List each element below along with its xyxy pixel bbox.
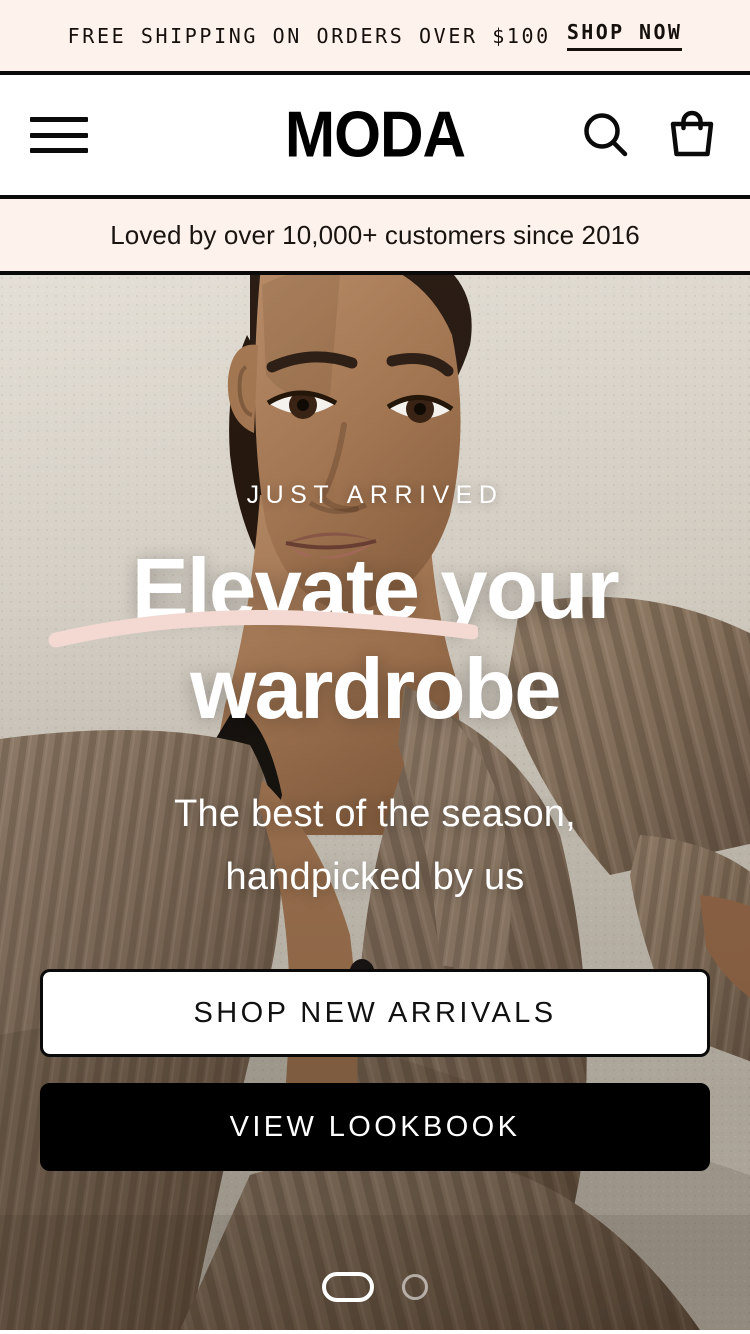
hamburger-bar-2 xyxy=(30,132,88,138)
brand-logo-text: MODA xyxy=(284,98,466,171)
hero-subheadline: The best of the season, handpicked by us xyxy=(38,783,712,911)
hero-headline: Elevate your wardrobe xyxy=(38,540,712,741)
site-header: MODA xyxy=(0,75,750,199)
shop-new-arrivals-button[interactable]: SHOP NEW ARRIVALS xyxy=(40,969,710,1057)
hero-subheadline-line-1: The best of the season, xyxy=(174,792,576,835)
hero-headline-line-2: wardrobe xyxy=(190,642,561,738)
hamburger-bar-3 xyxy=(30,148,88,153)
view-lookbook-button[interactable]: VIEW LOOKBOOK xyxy=(40,1083,710,1171)
mobile-storefront-page: FREE SHIPPING ON ORDERS OVER $100 SHOP N… xyxy=(0,0,750,1334)
hero-content: JUST ARRIVED Elevate your wardrobe The b… xyxy=(0,275,750,910)
hero-subheadline-line-2: handpicked by us xyxy=(225,856,525,899)
brand-logo[interactable]: MODA xyxy=(285,102,466,167)
hero-headline-line-1-text: Elevate your xyxy=(131,542,620,637)
trust-bar: Loved by over 10,000+ customers since 20… xyxy=(0,199,750,275)
trust-bar-text: Loved by over 10,000+ customers since 20… xyxy=(110,219,640,250)
announcement-bar: FREE SHIPPING ON ORDERS OVER $100 SHOP N… xyxy=(0,0,750,75)
hero-section: JUST ARRIVED Elevate your wardrobe The b… xyxy=(0,275,750,1330)
carousel-indicator-active[interactable] xyxy=(322,1272,374,1302)
hero-headline-line-1: Elevate your xyxy=(38,540,712,648)
header-actions xyxy=(580,107,720,163)
announcement-shop-now-link[interactable]: SHOP NOW xyxy=(566,20,683,51)
hero-eyebrow: JUST ARRIVED xyxy=(246,481,504,509)
hero-cta-group: SHOP NEW ARRIVALS VIEW LOOKBOOK xyxy=(40,969,710,1171)
search-icon[interactable] xyxy=(580,109,632,161)
shopping-bag-icon[interactable] xyxy=(664,107,720,163)
hamburger-menu-icon[interactable] xyxy=(30,113,88,157)
carousel-indicator-inactive[interactable] xyxy=(402,1274,428,1300)
announcement-message: FREE SHIPPING ON ORDERS OVER $100 xyxy=(67,23,551,48)
carousel-indicators xyxy=(0,1272,750,1302)
hamburger-bar-1 xyxy=(30,117,88,122)
